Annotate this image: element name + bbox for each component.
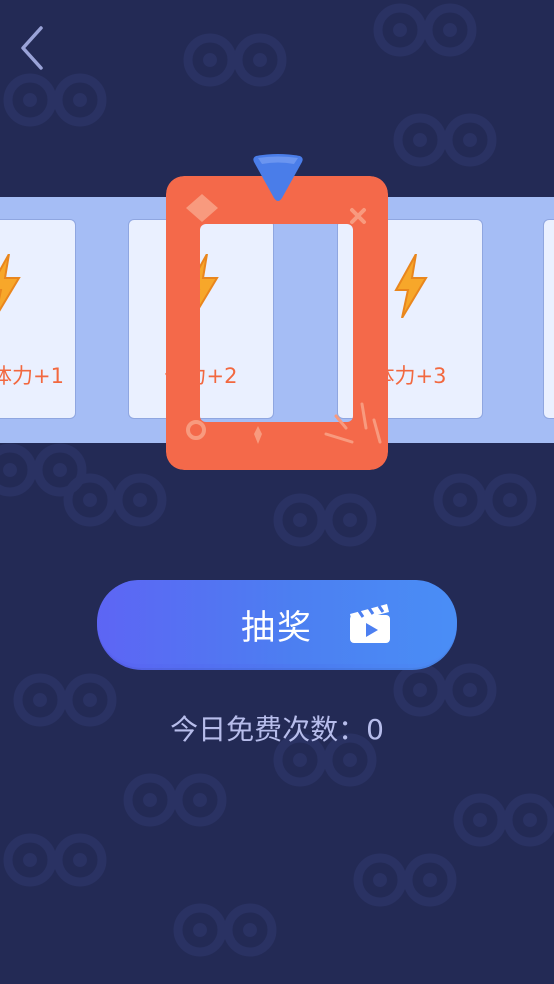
prize-label: 体力+1 bbox=[0, 364, 64, 388]
draw-button-label: 抽奖 bbox=[241, 608, 313, 648]
free-count-text: 今日免费次数：0 bbox=[170, 713, 384, 746]
back-button[interactable] bbox=[10, 20, 54, 76]
pointer-triangle-icon bbox=[253, 154, 303, 201]
video-ad-icon bbox=[350, 604, 390, 643]
prize-card bbox=[543, 219, 554, 419]
background-pattern bbox=[0, 0, 554, 984]
selection-frame bbox=[166, 176, 388, 470]
lightning-icon bbox=[394, 254, 428, 318]
chevron-left-icon bbox=[21, 26, 43, 70]
draw-button[interactable]: 抽奖 bbox=[97, 580, 457, 670]
prize-card: 体力+1 bbox=[0, 219, 76, 419]
lightning-icon bbox=[0, 254, 21, 312]
